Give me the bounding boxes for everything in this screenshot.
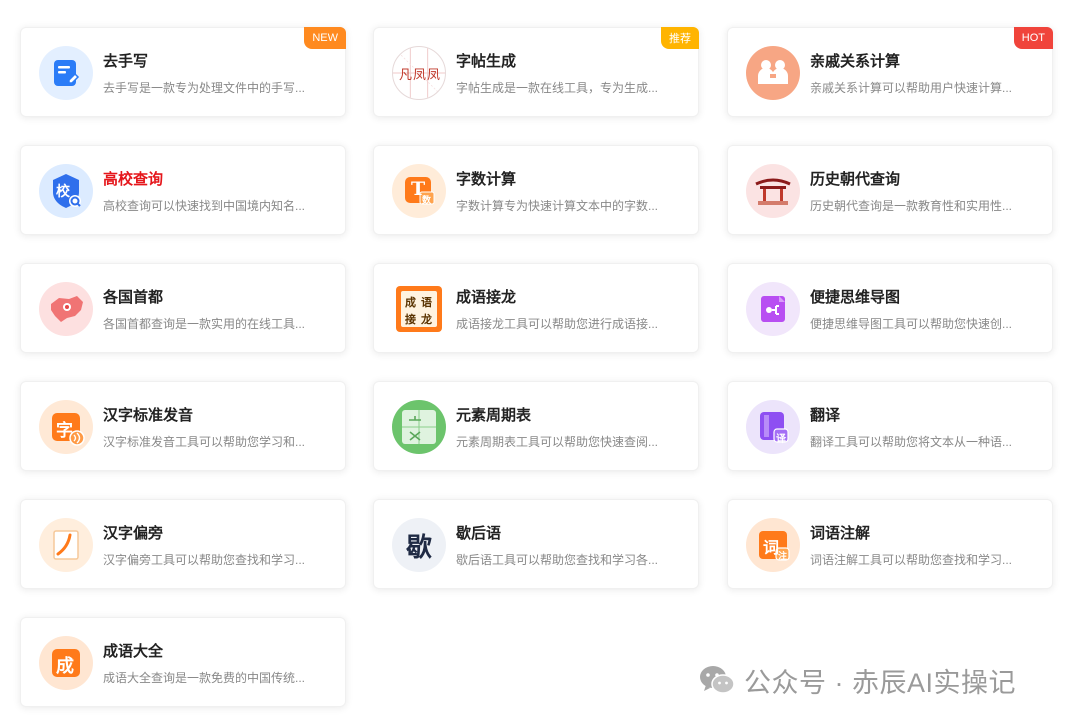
- tool-card-jielong[interactable]: 成 语 接 龙 成语接龙 成语接龙工具可以帮助您进行成语接...: [373, 263, 699, 353]
- tool-title: 亲戚关系计算: [810, 53, 901, 70]
- xiehouyu-icon: 歇: [392, 518, 446, 572]
- tool-title: 历史朝代查询: [810, 171, 901, 188]
- tool-card-zishu[interactable]: T 数 字数计算 字数计算专为快速计算文本中的字数...: [373, 145, 699, 235]
- recommend-badge: 推荐: [661, 27, 699, 49]
- tool-desc: 词语注解工具可以帮助您查找和学习...: [810, 553, 1013, 567]
- word-count-sub-glyph: 数: [422, 196, 432, 206]
- word-annotation-glyph: 词: [763, 538, 780, 557]
- idiom-book-glyph: 成: [56, 656, 74, 677]
- school-glyph: 校: [56, 184, 70, 200]
- tool-title: 成语接龙: [456, 289, 517, 306]
- periodic-table-icon: [392, 400, 446, 454]
- new-badge: NEW: [304, 27, 346, 49]
- translate-glyph: 译: [776, 434, 786, 445]
- tool-desc: 翻译工具可以帮助您将文本从一种语...: [810, 435, 1013, 449]
- tool-desc: 字帖生成是一款在线工具，专为生成...: [456, 81, 659, 95]
- radical-icon: [39, 518, 93, 572]
- tool-card-qinqi[interactable]: 亲戚关系计算 亲戚关系计算可以帮助用户快速计算... HOT: [727, 27, 1053, 117]
- family-icon: [746, 46, 800, 100]
- idiom-chain-glyph-3: 接: [405, 314, 416, 326]
- tool-desc: 亲戚关系计算可以帮助用户快速计算...: [810, 81, 1013, 95]
- tool-desc: 历史朝代查询是一款教育性和实用性...: [810, 199, 1013, 213]
- pronunciation-icon: 字: [39, 400, 93, 454]
- history-dynasty-icon: [746, 164, 800, 218]
- word-annotation-sub-glyph: 注: [778, 552, 788, 562]
- tool-title: 字帖生成: [456, 53, 517, 70]
- idiom-chain-glyph-2: 语: [421, 297, 432, 309]
- idiom-chain-icon: 成 语 接 龙: [392, 282, 446, 336]
- tool-title: 各国首都: [103, 289, 164, 306]
- tool-title: 元素周期表: [456, 407, 532, 424]
- tool-card-lishi[interactable]: 历史朝代查询 历史朝代查询是一款教育性和实用性...: [727, 145, 1053, 235]
- tool-title: 词语注解: [810, 525, 871, 542]
- tool-title: 成语大全: [103, 643, 164, 660]
- tool-title: 汉字标准发音: [103, 407, 194, 424]
- tool-card-fayin[interactable]: 字 汉字标准发音 汉字标准发音工具可以帮助您学习和...: [20, 381, 346, 471]
- idiom-chain-glyph-1: 成: [405, 297, 416, 309]
- tool-desc: 汉字标准发音工具可以帮助您学习和...: [103, 435, 306, 449]
- wechat-logo-icon: [700, 666, 735, 694]
- hot-badge: HOT: [1013, 27, 1053, 49]
- tool-card-qushouxie[interactable]: 去手写 去手写是一款专为处理文件中的手写... NEW: [20, 27, 346, 117]
- tool-card-ciyu[interactable]: 词 注 词语注解 词语注解工具可以帮助您查找和学习...: [727, 499, 1053, 589]
- tool-title: 便捷思维导图: [810, 289, 901, 306]
- tool-card-shoudu[interactable]: 各国首都 各国首都查询是一款实用的在线工具...: [20, 263, 346, 353]
- word-count-icon: T 数: [392, 164, 446, 218]
- tool-desc: 便捷思维导图工具可以帮助您快速创...: [810, 317, 1013, 331]
- idiom-chain-glyph-4: 龙: [421, 314, 432, 326]
- translate-icon: 译: [746, 400, 800, 454]
- tool-desc: 各国首都查询是一款实用的在线工具...: [103, 317, 306, 331]
- tool-desc: 元素周期表工具可以帮助您快速查阅...: [456, 435, 659, 449]
- tool-title: 高校查询: [103, 171, 164, 188]
- tool-desc: 成语接龙工具可以帮助您进行成语接...: [456, 317, 659, 331]
- xiehouyu-glyph: 歇: [405, 532, 432, 563]
- tool-card-chengyu[interactable]: 成 成语大全 成语大全查询是一款免费的中国传统...: [20, 617, 346, 707]
- watermark-text: 公众号 · 赤辰AI实操记: [744, 667, 1017, 698]
- idiom-book-icon: 成: [39, 636, 93, 690]
- tool-desc: 歇后语工具可以帮助您查找和学习各...: [456, 553, 659, 567]
- tool-card-zitie[interactable]: 凡凤凤 字帖生成 字帖生成是一款在线工具，专为生成... 推荐: [373, 27, 699, 117]
- tool-title: 字数计算: [456, 171, 517, 188]
- mindmap-icon: [746, 282, 800, 336]
- tool-grid: 去手写 去手写是一款专为处理文件中的手写... NEW 凡凤凤 字帖生成 字帖生…: [0, 0, 1080, 721]
- pronunciation-glyph: 字: [56, 421, 73, 441]
- tool-title: 翻译: [810, 407, 841, 424]
- tool-desc: 高校查询可以快速找到中国境内知名...: [103, 199, 306, 213]
- school-search-icon: 校: [39, 164, 93, 218]
- copybook-icon: 凡凤凤: [392, 46, 446, 100]
- tool-title: 汉字偏旁: [103, 525, 164, 542]
- tool-title: 去手写: [103, 53, 149, 70]
- tool-card-fanyi[interactable]: 译 翻译 翻译工具可以帮助您将文本从一种语...: [727, 381, 1053, 471]
- copybook-glyph: 凡凤凤: [398, 68, 441, 83]
- tool-desc: 成语大全查询是一款免费的中国传统...: [103, 671, 306, 685]
- tool-card-xiehouyu[interactable]: 歇 歇后语 歇后语工具可以帮助您查找和学习各...: [373, 499, 699, 589]
- document-edit-icon: [39, 46, 93, 100]
- word-annotation-icon: 词 注: [746, 518, 800, 572]
- world-map-icon: [39, 282, 93, 336]
- tool-desc: 汉字偏旁工具可以帮助您查找和学习...: [103, 553, 306, 567]
- tool-title: 歇后语: [456, 525, 502, 542]
- tool-card-gaoxiao[interactable]: 校 高校查询 高校查询可以快速找到中国境内知名...: [20, 145, 346, 235]
- tool-card-pianpang[interactable]: 汉字偏旁 汉字偏旁工具可以帮助您查找和学习...: [20, 499, 346, 589]
- tool-desc: 去手写是一款专为处理文件中的手写...: [103, 81, 306, 95]
- wechat-watermark: 公众号 · 赤辰AI实操记: [698, 660, 1016, 700]
- tool-card-zhouqi[interactable]: 元素周期表 元素周期表工具可以帮助您快速查阅...: [373, 381, 699, 471]
- tool-card-siwei[interactable]: 便捷思维导图 便捷思维导图工具可以帮助您快速创...: [727, 263, 1053, 353]
- tool-desc: 字数计算专为快速计算文本中的字数...: [456, 199, 659, 213]
